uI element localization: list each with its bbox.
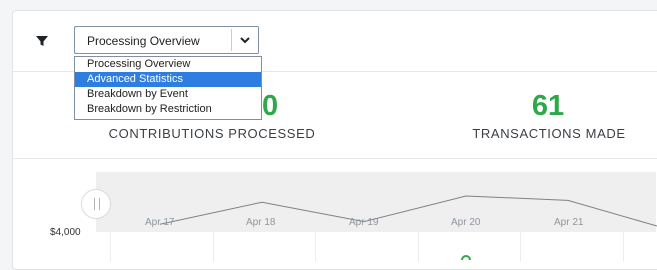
option-processing-overview[interactable]: Processing Overview	[75, 57, 261, 72]
nav-tick-label: Apr 18	[246, 217, 276, 228]
y-axis-tick-label: $4,000	[50, 227, 81, 238]
nav-tick-label: Apr 17	[145, 217, 175, 228]
grid-line	[315, 232, 316, 262]
grid-line	[110, 232, 111, 262]
series-point-marker	[461, 255, 471, 260]
nav-tick-label: Apr 21	[554, 217, 584, 228]
view-select-dropdown: Processing Overview Advanced Statistics …	[74, 56, 262, 120]
grid-line	[418, 232, 419, 262]
option-breakdown-by-restriction[interactable]: Breakdown by Restriction	[75, 102, 261, 117]
range-handle-left[interactable]	[81, 189, 111, 219]
grid-line	[520, 232, 521, 262]
nav-tick-label: Apr 20	[451, 217, 481, 228]
grid-line	[623, 232, 624, 262]
option-breakdown-by-event[interactable]: Breakdown by Event	[75, 87, 261, 102]
grid-line	[213, 232, 214, 262]
nav-tick-label: Apr 19	[349, 217, 379, 228]
option-advanced-statistics[interactable]: Advanced Statistics	[75, 72, 261, 87]
grip-icon	[94, 198, 100, 210]
